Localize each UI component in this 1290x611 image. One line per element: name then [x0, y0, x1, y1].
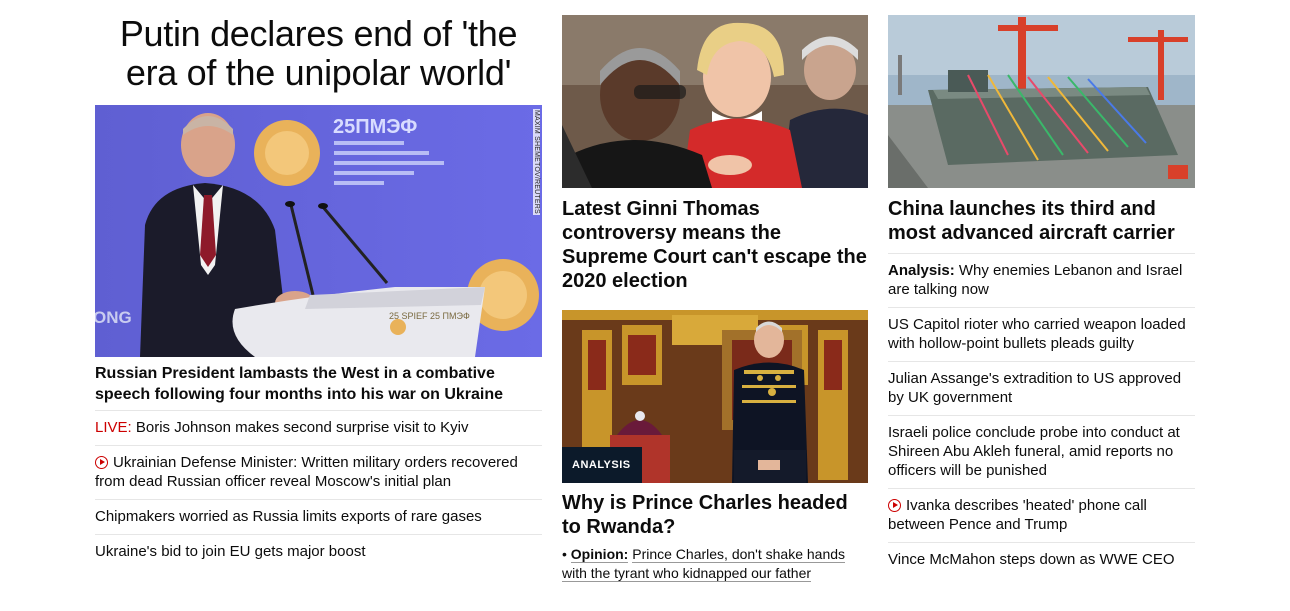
list-item[interactable]: Julian Assange's extradition to US appro… [888, 361, 1195, 415]
list-item[interactable]: Ukrainian Defense Minister: Written mili… [95, 445, 542, 499]
opinion-link[interactable]: • Opinion: Prince Charles, don't shake h… [562, 545, 868, 583]
live-label: LIVE: [95, 419, 132, 436]
prince-charles-photo[interactable]: ANALYSIS [562, 310, 868, 483]
list-item-text: Chipmakers worried as Russia limits expo… [95, 508, 482, 525]
list-item[interactable]: Israeli police conclude probe into condu… [888, 415, 1195, 488]
ginni-thomas-headline[interactable]: Latest Ginni Thomas controversy means th… [562, 197, 868, 293]
analysis-label: Analysis: [888, 262, 955, 279]
list-item[interactable]: US Capitol rioter who carried weapon loa… [888, 307, 1195, 361]
right-column: China launches its third and most advanc… [888, 0, 1195, 577]
list-item-text: Julian Assange's extradition to US appro… [888, 370, 1182, 406]
right-related-list: Analysis: Why enemies Lebanon and Israel… [888, 253, 1195, 577]
list-item-text: Israeli police conclude probe into condu… [888, 424, 1180, 479]
lead-story: Putin declares end of 'the era of the un… [95, 0, 542, 569]
list-item-text: Ukraine's bid to join EU gets major boos… [95, 543, 366, 560]
podium-logo: 25 SPIEF 25 ПМЭФ [389, 311, 470, 321]
list-item[interactable]: LIVE: Boris Johnson makes second surpris… [95, 411, 542, 445]
banner-title: 25ПМЭФ [333, 116, 417, 138]
middle-column: Latest Ginni Thomas controversy means th… [562, 0, 868, 583]
aircraft-carrier-headline[interactable]: China launches its third and most advanc… [888, 197, 1195, 245]
lead-headline[interactable]: Russian President lambasts the West in a… [95, 363, 542, 405]
aircraft-carrier-photo-graphic [888, 15, 1195, 188]
banner-left-word: ONG [95, 308, 132, 327]
image-credit: MAXIM SHEMETOV/REUTERS [533, 109, 540, 215]
ginni-thomas-photo[interactable] [562, 15, 868, 188]
prince-charles-headline[interactable]: Why is Prince Charles headed to Rwanda? [562, 491, 868, 539]
lead-related-list: LIVE: Boris Johnson makes second surpris… [95, 410, 542, 569]
analysis-badge: ANALYSIS [562, 447, 642, 483]
play-icon [95, 456, 108, 469]
list-item-text: Ukrainian Defense Minister: Written mili… [95, 454, 518, 490]
list-item-text: Vince McMahon steps down as WWE CEO [888, 551, 1175, 568]
list-item[interactable]: Ukraine's bid to join EU gets major boos… [95, 534, 542, 569]
list-item-text: Boris Johnson makes second surprise visi… [135, 419, 469, 436]
list-item-text: Ivanka describes 'heated' phone call bet… [888, 497, 1147, 533]
list-item[interactable]: Vince McMahon steps down as WWE CEO [888, 542, 1195, 577]
putin-photo-graphic: 25ПМЭФ 25 SPIEF 25 ПМЭФ ONG [95, 105, 542, 357]
list-item[interactable]: Analysis: Why enemies Lebanon and Israel… [888, 254, 1195, 307]
opinion-label: Opinion: [570, 546, 629, 563]
lead-title[interactable]: Putin declares end of 'the era of the un… [95, 14, 542, 92]
putin-photo[interactable]: 25ПМЭФ 25 SPIEF 25 ПМЭФ ONG MAXIM SHEMET… [95, 105, 542, 357]
list-item[interactable]: Chipmakers worried as Russia limits expo… [95, 499, 542, 534]
list-item[interactable]: Ivanka describes 'heated' phone call bet… [888, 488, 1195, 542]
opinion-bullet: • [562, 546, 567, 562]
play-icon [888, 499, 901, 512]
aircraft-carrier-photo[interactable] [888, 15, 1195, 188]
list-item-text: US Capitol rioter who carried weapon loa… [888, 316, 1186, 352]
ginni-thomas-photo-graphic [562, 15, 868, 188]
